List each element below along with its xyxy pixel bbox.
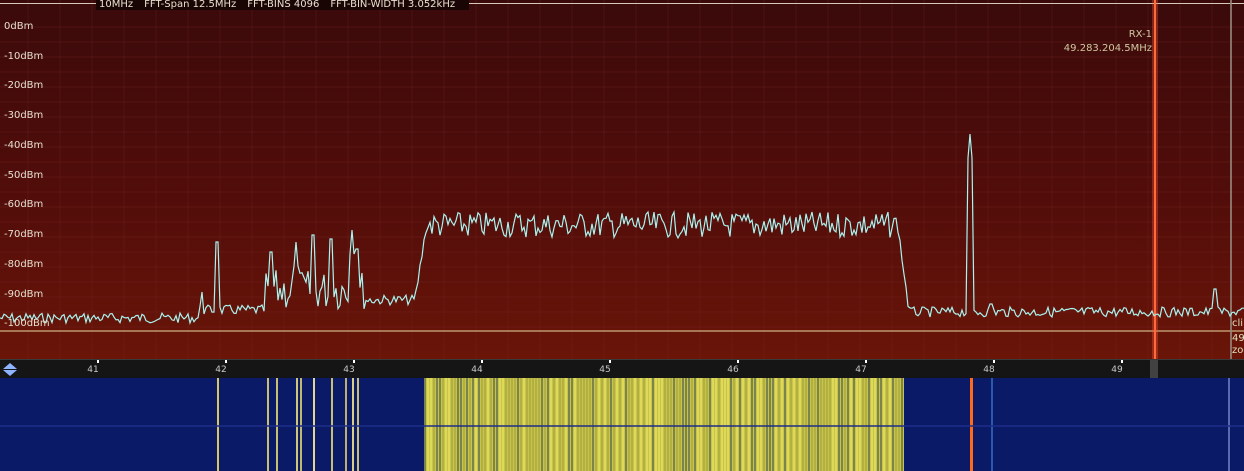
db-label: 0dBm — [4, 21, 34, 32]
rx-frequency: 49.283.204.5MHz — [1063, 43, 1152, 54]
freq-tick: 45 — [599, 360, 615, 375]
edge-label-fragment: zoom — [1232, 345, 1244, 356]
spectrum-panel[interactable]: 10MHz FFT-Span 12.5MHz FFT-BINS 4096 FFT-BI… — [0, 0, 1244, 359]
spectrum-trace — [0, 133, 1244, 325]
spectrum-grid — [0, 0, 1244, 359]
freq-tick: 49 — [1111, 360, 1127, 375]
freq-tick: 42 — [215, 360, 231, 375]
freq-tick: 41 — [87, 360, 103, 375]
db-label: -70dBm — [4, 229, 44, 240]
rx-name: RX-1 — [1128, 29, 1152, 40]
up-down-arrows-icon[interactable] — [2, 363, 18, 376]
freq-tick: 47 — [855, 360, 871, 375]
fft-bin-width: FFT-BIN-WIDTH 3.052kHz — [330, 0, 456, 10]
span-fragment: 10MHz — [99, 0, 134, 10]
spectrum-plot — [0, 0, 1244, 359]
db-label: -60dBm — [4, 199, 44, 210]
db-label: -10dBm — [4, 51, 44, 62]
fft-info-bar: 10MHz FFT-Span 12.5MHz FFT-BINS 4096 FFT-BI… — [96, 0, 470, 10]
db-label: -20dBm — [4, 80, 44, 91]
fft-bins: FFT-BINS 4096 — [247, 0, 320, 10]
fft-span: FFT-Span 12.5MHz — [144, 0, 237, 10]
rx-info[interactable]: RX-1 49.283.204.5MHz — [1064, 28, 1152, 56]
db-label: -30dBm — [4, 110, 44, 121]
db-label: -80dBm — [4, 259, 44, 270]
sdr-receiver-window: 10MHz FFT-Span 12.5MHz FFT-BINS 4096 FFT-BI… — [0, 0, 1244, 471]
db-label: -90dBm — [4, 289, 44, 300]
frequency-axis[interactable]: 41 42 43 44 45 46 47 48 49 — [0, 359, 1244, 379]
rx-marker-axis-band — [1150, 360, 1158, 379]
freq-tick: 44 — [471, 360, 487, 375]
db-label: -100dBm — [4, 318, 50, 329]
edge-label-fragment: 49 — [1232, 333, 1244, 344]
waterfall-plot — [0, 378, 1244, 471]
db-label: -40dBm — [4, 140, 44, 151]
freq-tick: 46 — [727, 360, 743, 375]
db-label: -50dBm — [4, 170, 44, 181]
freq-tick: 43 — [343, 360, 359, 375]
edge-label-fragment: cli — [1232, 318, 1244, 329]
freq-tick: 48 — [983, 360, 999, 375]
waterfall-display[interactable] — [0, 378, 1244, 471]
